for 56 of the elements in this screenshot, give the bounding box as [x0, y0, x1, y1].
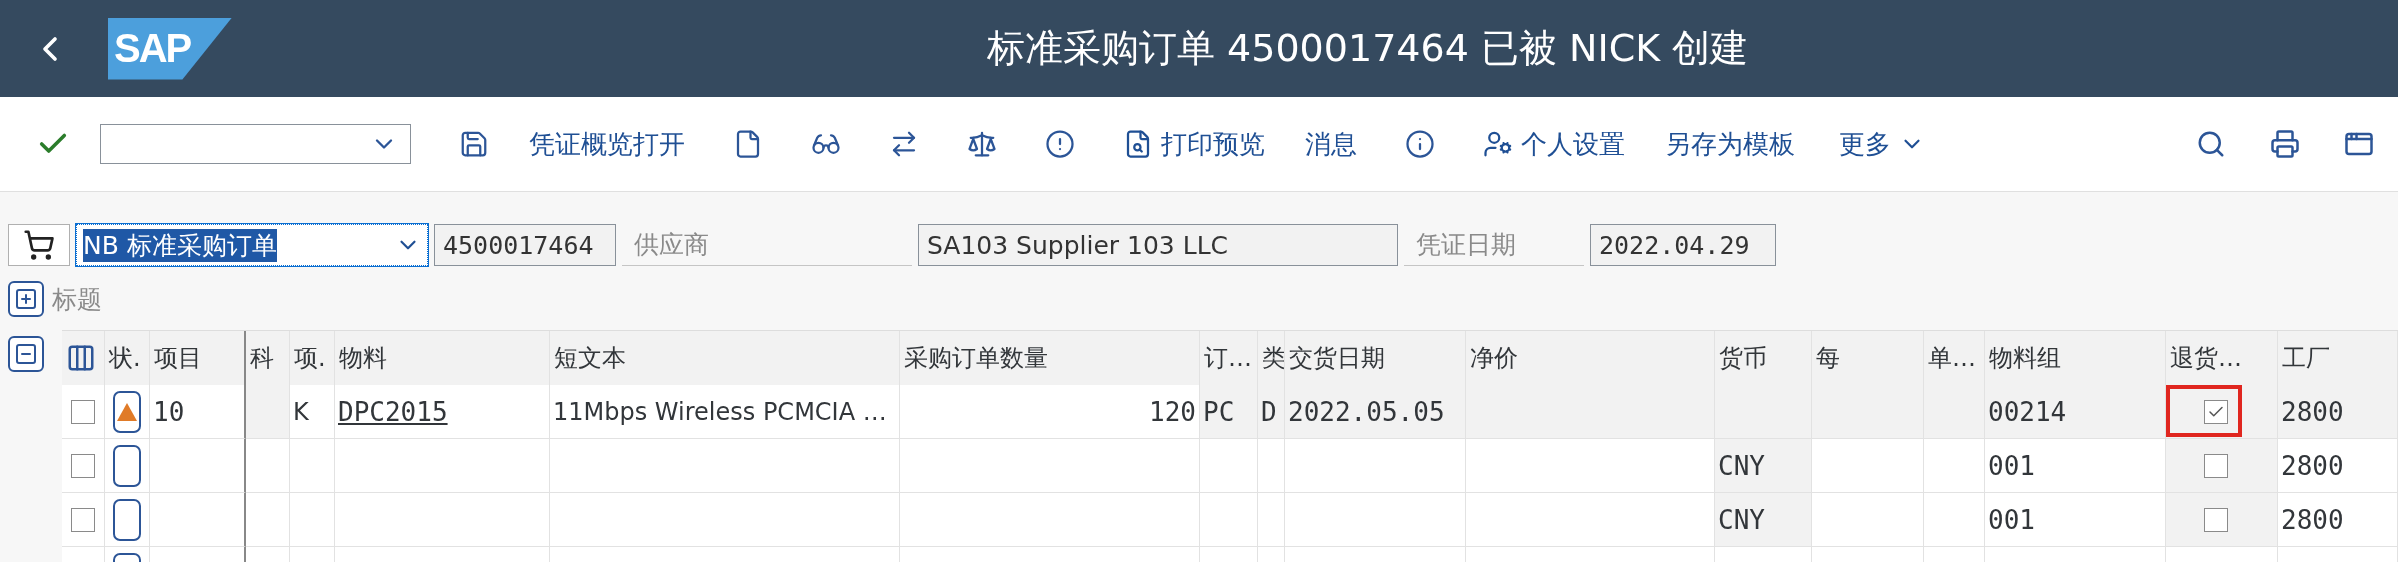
- column-settings-icon[interactable]: [66, 343, 96, 373]
- table-cell: 120: [900, 385, 1200, 439]
- sap-logo: SAP: [108, 17, 232, 80]
- date-field: 2022.04.29: [1590, 224, 1776, 266]
- plus-icon: [14, 287, 38, 311]
- row-checkbox[interactable]: [71, 507, 95, 532]
- table-cell: D: [1258, 385, 1285, 439]
- alert-icon[interactable]: [1045, 129, 1075, 159]
- cart-button[interactable]: [8, 224, 70, 266]
- material-link[interactable]: DPC2015: [338, 396, 448, 427]
- person-settings-icon: [1483, 129, 1513, 159]
- table-cell: CNY: [1715, 439, 1812, 493]
- more-menu-button[interactable]: 更多: [1839, 126, 1925, 162]
- row-checkbox[interactable]: [71, 453, 95, 478]
- status-button[interactable]: [113, 390, 141, 433]
- search-icon[interactable]: [2196, 129, 2226, 159]
- supplier-field: SA103 Supplier 103 LLC: [918, 224, 1398, 266]
- toolbar-button[interactable]: 个人设置: [1483, 126, 1625, 162]
- info-icon[interactable]: [1405, 129, 1435, 159]
- collapse-button[interactable]: [8, 336, 44, 372]
- table-cell: 001: [1985, 439, 2166, 493]
- table-cell: 2022.05.05: [1285, 385, 1466, 439]
- minus-icon: [14, 342, 38, 366]
- field-label: 供应商: [622, 224, 912, 266]
- return-checkbox[interactable]: [2204, 507, 2228, 532]
- return-checkbox[interactable]: [2204, 453, 2228, 478]
- scale-icon[interactable]: [967, 129, 997, 159]
- field-label: 凭证日期: [1404, 224, 1584, 266]
- print-icon[interactable]: [2270, 129, 2300, 159]
- table-cell: 11Mbps Wireless PCMCIA …: [550, 385, 900, 439]
- table-cell: 2800: [2278, 385, 2398, 439]
- warning-triangle-icon: [117, 402, 137, 421]
- toolbar-button[interactable]: 另存为模板: [1665, 126, 1795, 162]
- expand-button[interactable]: [8, 281, 44, 317]
- table-cell: PC: [1200, 385, 1258, 439]
- table-cell: 00214: [1985, 385, 2166, 439]
- table-cell: 10: [150, 385, 246, 439]
- command-field[interactable]: [100, 124, 411, 164]
- row-checkbox[interactable]: [71, 399, 95, 424]
- order-number-field: 4500017464: [434, 224, 616, 266]
- table-cell: K: [290, 385, 335, 439]
- cart-icon: [23, 229, 55, 261]
- toolbar-button[interactable]: 凭证概览打开: [529, 126, 685, 162]
- return-checkbox[interactable]: [2204, 399, 2228, 424]
- toolbar-button[interactable]: 消息: [1305, 126, 1357, 162]
- order-type-dropdown[interactable]: NB 标准采购订单: [76, 224, 428, 266]
- window-title: 标准采购订单 4500017464 已被 NICK 创建: [987, 25, 1749, 72]
- section-label: 标题: [52, 283, 102, 316]
- table-cell: 2800: [2278, 493, 2398, 547]
- table-cell: 001: [1985, 493, 2166, 547]
- toolbar-button[interactable]: 打印预览: [1123, 126, 1265, 162]
- save-icon[interactable]: [459, 129, 489, 159]
- table-cell: CNY: [1715, 493, 1812, 547]
- status-button[interactable]: [113, 444, 141, 487]
- status-button[interactable]: [113, 498, 141, 541]
- table-cell: 2800: [2278, 439, 2398, 493]
